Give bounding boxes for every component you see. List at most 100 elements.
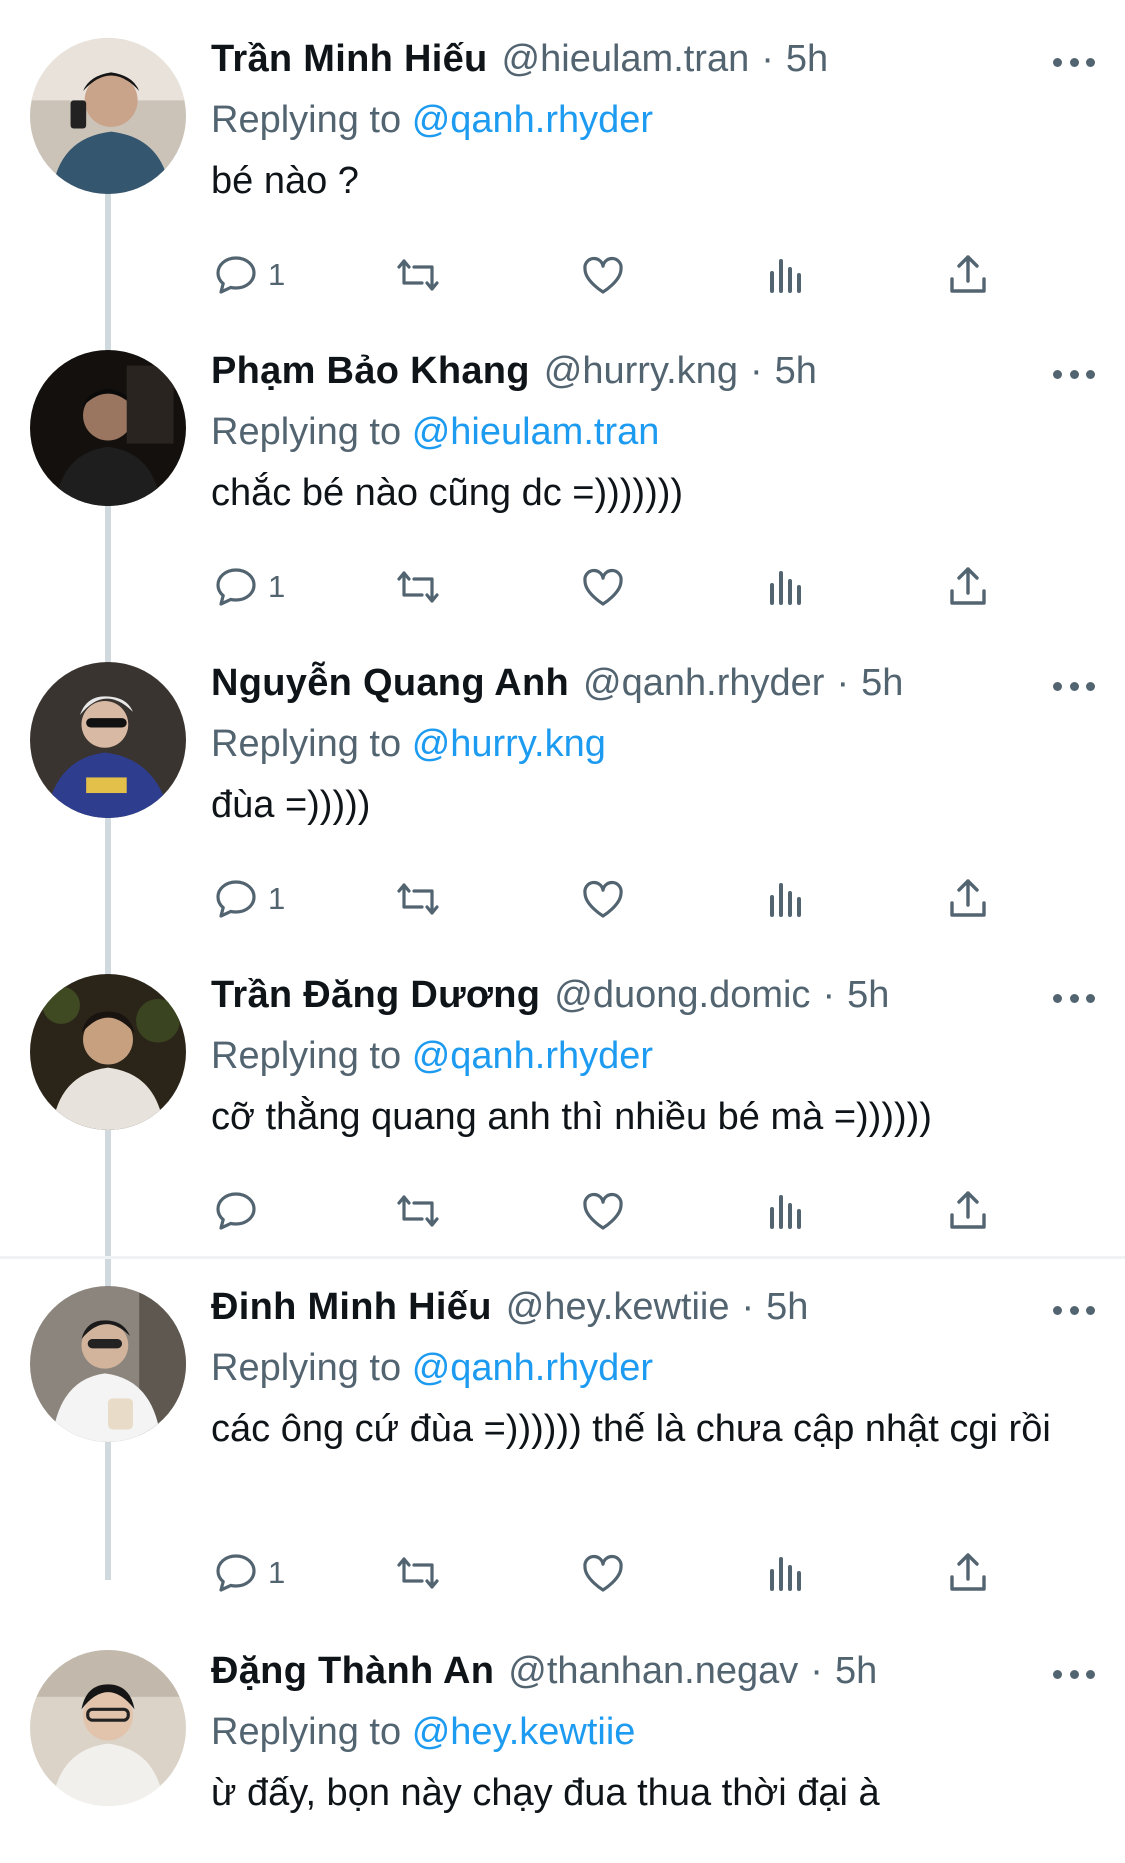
retweet-button[interactable] [394,1186,442,1236]
timestamp[interactable]: 5h [847,974,889,1017]
like-button[interactable] [579,874,627,924]
share-icon [950,1553,986,1591]
like-button[interactable] [579,1548,627,1598]
analytics-icon [770,259,801,293]
tweet[interactable]: Đặng Thành An @thanhan.negav · 5h Replyi… [0,1650,1125,1863]
share-icon [950,567,986,605]
analytics-icon [770,883,801,917]
heart-icon [583,1554,623,1592]
avatar[interactable] [30,350,186,506]
avatar[interactable] [30,974,186,1130]
author-name[interactable]: Nguyễn Quang Anh [211,662,569,705]
action-bar: 1 [0,1548,1125,1598]
avatar[interactable] [30,38,186,194]
tweet[interactable]: Đinh Minh Hiếu @hey.kewtiie · 5h Replyin… [0,1286,1125,1646]
avatar[interactable] [30,1650,186,1806]
timestamp[interactable]: 5h [835,1650,877,1693]
like-button[interactable] [579,562,627,612]
timestamp[interactable]: 5h [775,350,817,393]
tweet[interactable]: Trần Đăng Dương @duong.domic · 5h Replyi… [0,974,1125,1274]
timestamp[interactable]: 5h [766,1286,808,1329]
views-button[interactable] [762,250,810,300]
retweet-icon [397,1557,439,1589]
replying-to-label: Replying to [211,1035,402,1077]
author-handle[interactable]: @duong.domic [554,974,810,1017]
views-button[interactable] [762,1548,810,1598]
separator-dot: · [761,38,774,80]
more-options-icon[interactable] [1053,1664,1095,1684]
avatar[interactable] [30,662,186,818]
replying-to: Replying to @hey.kewtiie [211,1706,1095,1758]
mention-link[interactable]: @qanh.rhyder [412,1347,653,1389]
share-button[interactable] [944,1548,992,1598]
tweet[interactable]: Phạm Bảo Khang @hurry.kng · 5h Replying … [0,350,1125,650]
reply-count: 1 [268,569,286,604]
heart-icon [583,880,623,918]
author-name[interactable]: Trần Minh Hiếu [211,38,488,81]
tweet[interactable]: Nguyễn Quang Anh @qanh.rhyder · 5h Reply… [0,662,1125,962]
views-button[interactable] [762,874,810,924]
replying-to-label: Replying to [211,723,402,765]
retweet-icon [397,571,439,603]
more-options-icon[interactable] [1053,52,1095,72]
mention-link[interactable]: @qanh.rhyder [412,1035,653,1077]
analytics-icon [770,571,801,605]
reply-button[interactable]: 1 [212,562,285,612]
replying-to-label: Replying to [211,99,402,141]
reply-button[interactable]: 1 [212,874,285,924]
author-handle[interactable]: @qanh.rhyder [583,662,824,705]
like-button[interactable] [579,250,627,300]
tweet-text: ừ đấy, bọn này chạy đua thua thời đại à [211,1772,880,1814]
mention-link[interactable]: @hieulam.tran [412,411,660,453]
avatar[interactable] [30,1286,186,1442]
share-icon [950,879,986,917]
author-handle[interactable]: @hurry.kng [544,350,738,393]
more-options-icon[interactable] [1053,676,1095,696]
author-name[interactable]: Trần Đăng Dương [211,974,540,1017]
tweet-text: đùa =))))) [211,784,371,826]
tweet[interactable]: Trần Minh Hiếu @hieulam.tran · 5h Replyi… [0,38,1125,338]
author-handle[interactable]: @thanhan.negav [508,1650,798,1693]
timestamp[interactable]: 5h [861,662,903,705]
reply-button[interactable]: 1 [212,250,285,300]
reply-button[interactable]: 1 [212,1548,285,1598]
action-bar: 1 [0,874,1125,924]
author-handle[interactable]: @hieulam.tran [502,38,750,81]
retweet-button[interactable] [394,250,442,300]
mention-link[interactable]: @qanh.rhyder [412,99,653,141]
reply-button[interactable] [212,1186,268,1236]
replying-to: Replying to @qanh.rhyder [211,1030,1095,1082]
more-options-icon[interactable] [1053,1300,1095,1320]
share-button[interactable] [944,874,992,924]
retweet-button[interactable] [394,562,442,612]
more-options-icon[interactable] [1053,364,1095,384]
share-button[interactable] [944,1186,992,1236]
author-handle[interactable]: @hey.kewtiie [506,1286,730,1329]
separator-dot: · [822,974,836,1016]
analytics-icon [770,1195,801,1229]
analytics-icon [770,1557,801,1591]
action-bar: 1 [0,562,1125,612]
replying-to: Replying to @hieulam.tran [211,406,1095,458]
replying-to: Replying to @qanh.rhyder [211,94,1095,146]
share-button[interactable] [944,562,992,612]
mention-link[interactable]: @hurry.kng [412,723,606,765]
views-button[interactable] [762,562,810,612]
reply-count: 1 [268,1555,286,1590]
author-name[interactable]: Đinh Minh Hiếu [211,1286,492,1329]
mention-link[interactable]: @hey.kewtiie [412,1711,636,1753]
views-button[interactable] [762,1186,810,1236]
author-name[interactable]: Đặng Thành An [211,1650,494,1693]
replying-to-label: Replying to [211,411,402,453]
share-button[interactable] [944,250,992,300]
retweet-button[interactable] [394,1548,442,1598]
more-options-icon[interactable] [1053,988,1095,1008]
tweet-text: các ông cứ đùa =)))))) thế là chưa cập n… [211,1408,1051,1450]
retweet-button[interactable] [394,874,442,924]
replying-to: Replying to @hurry.kng [211,718,1095,770]
separator-dot: · [749,350,763,392]
separator-dot: · [741,1286,755,1328]
like-button[interactable] [579,1186,627,1236]
author-name[interactable]: Phạm Bảo Khang [211,350,530,393]
timestamp[interactable]: 5h [786,38,828,81]
